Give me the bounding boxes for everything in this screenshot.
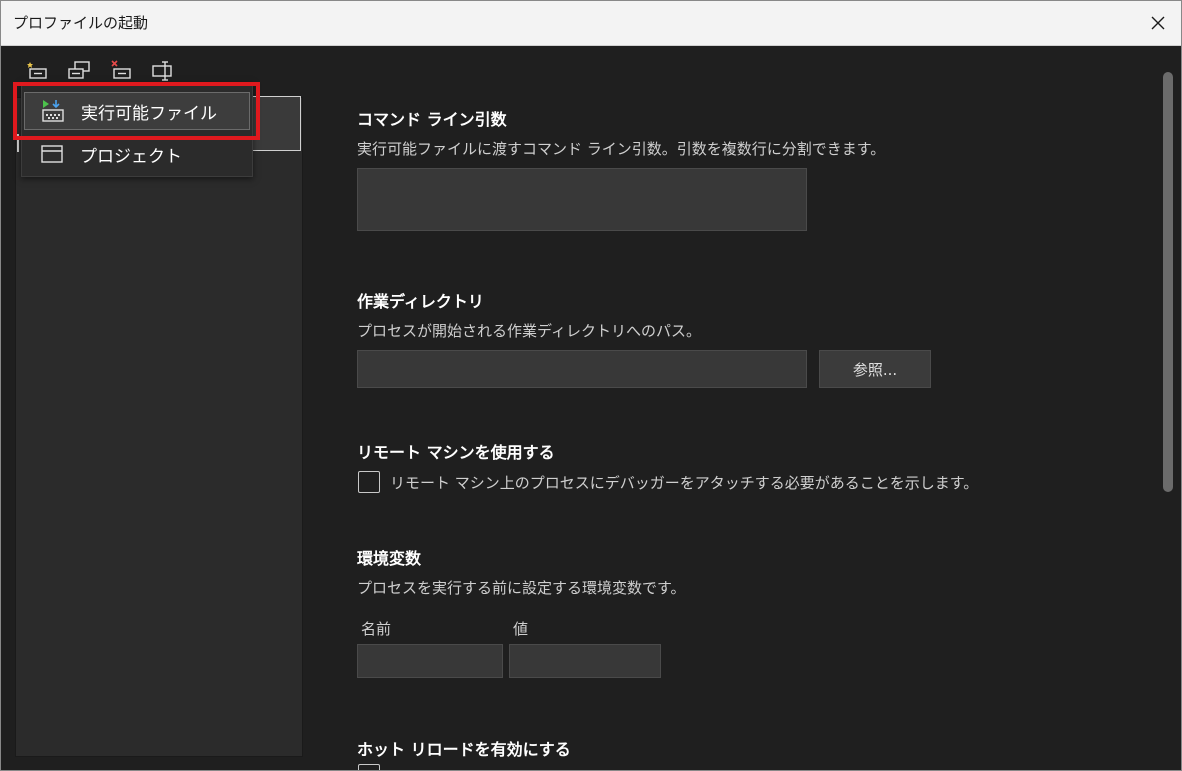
menu-item-executable-label: 実行可能ファイル	[81, 103, 217, 124]
browse-button[interactable]: 参照...	[819, 350, 931, 388]
new-profile-icon	[27, 62, 47, 79]
new-profile-button[interactable]	[25, 58, 49, 82]
env-value-header: 値	[513, 620, 529, 638]
hot-reload-title: ホット リロードを有効にする	[357, 740, 571, 759]
profiles-pane: al 実	[1, 46, 315, 770]
close-icon	[1151, 16, 1165, 30]
profile-settings-pane: コマンド ライン引数 実行可能ファイルに渡すコマンド ライン引数。引数を複数行に…	[315, 46, 1155, 770]
close-button[interactable]	[1135, 1, 1181, 45]
project-icon	[40, 142, 64, 166]
working-dir-title: 作業ディレクトリ	[357, 292, 484, 311]
delete-profile-button[interactable]	[109, 58, 133, 82]
remote-checkbox[interactable]	[358, 471, 380, 493]
executable-icon	[41, 99, 65, 123]
copy-profile-icon	[68, 61, 90, 79]
remote-title: リモート マシンを使用する	[357, 443, 555, 462]
menu-item-executable[interactable]: 実行可能ファイル	[24, 92, 250, 130]
env-value-input[interactable]	[509, 644, 661, 678]
hot-reload-checkbox[interactable]	[358, 764, 380, 770]
env-name-header: 名前	[361, 620, 392, 638]
title-bar: プロファイルの起動	[1, 1, 1181, 46]
window-title: プロファイルの起動	[13, 14, 149, 32]
working-dir-description: プロセスが開始される作業ディレクトリへのパス。	[357, 322, 701, 340]
remote-checkbox-label: リモート マシン上のプロセスにデバッガーをアタッチする必要があることを示します。	[390, 474, 979, 492]
command-line-input[interactable]	[357, 168, 807, 231]
command-line-title: コマンド ライン引数	[357, 110, 507, 129]
vertical-scrollbar[interactable]	[1155, 46, 1181, 770]
delete-profile-icon	[111, 60, 131, 79]
env-name-input[interactable]	[357, 644, 503, 678]
working-dir-input[interactable]	[357, 350, 807, 388]
scrollbar-thumb[interactable]	[1163, 72, 1173, 492]
env-title: 環境変数	[357, 549, 422, 568]
rename-profile-button[interactable]	[151, 58, 175, 82]
profiles-toolbar	[25, 58, 175, 84]
profile-list[interactable]	[15, 97, 303, 757]
new-profile-menu: 実行可能ファイル プロジェクト	[21, 82, 253, 177]
browse-button-label: 参照...	[852, 360, 898, 379]
launch-profiles-window: プロファイルの起動 実行可能ファイル プロジェクト コマンド ライン引数 実行可…	[0, 0, 1182, 771]
rename-profile-icon	[152, 61, 172, 81]
copy-profile-button[interactable]	[67, 58, 91, 82]
selected-profile-edge	[17, 134, 19, 152]
command-line-description: 実行可能ファイルに渡すコマンド ライン引数。引数を複数行に分割できます。	[357, 140, 886, 158]
env-description: プロセスを実行する前に設定する環境変数です。	[357, 579, 686, 597]
menu-item-project-label: プロジェクト	[80, 146, 182, 167]
menu-item-project[interactable]: プロジェクト	[24, 135, 250, 173]
